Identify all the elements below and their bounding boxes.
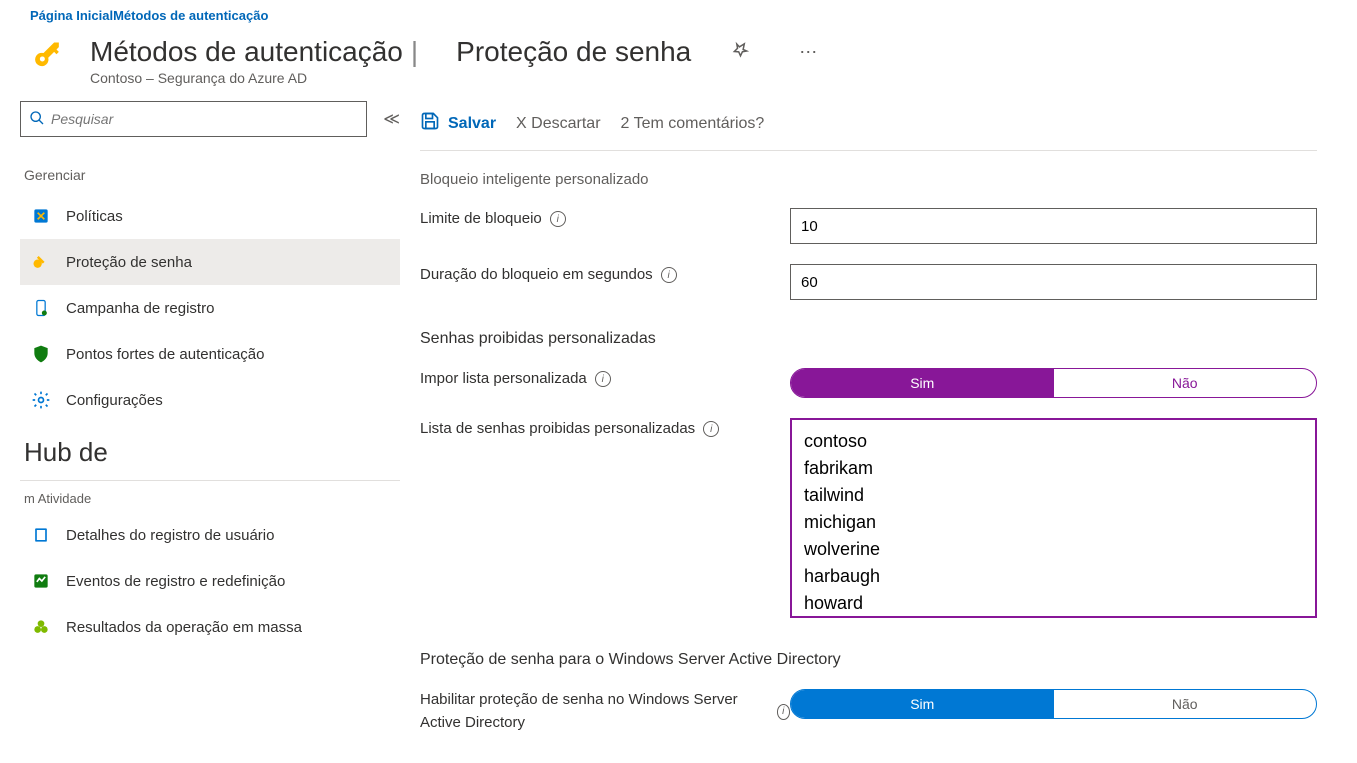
search-box[interactable] [20, 101, 367, 137]
nav-hub-sub: m Atividade [20, 480, 400, 512]
section-banned: Senhas proibidas personalizadas [420, 310, 1317, 358]
book-icon [30, 524, 52, 546]
toggle-no[interactable]: Não [1054, 369, 1317, 397]
main-content: Salvar X Descartar 2 Tem comentários? Bl… [400, 101, 1337, 744]
banned-list-label: Lista de senhas proibidas personalizadas… [420, 418, 790, 441]
enable-winserver-toggle[interactable]: Sim Não [790, 689, 1317, 719]
breadcrumb-home[interactable]: Página Inicial [30, 8, 113, 23]
save-button[interactable]: Salvar [420, 111, 496, 136]
sidebar-item-registration[interactable]: Campanha de registro [20, 285, 400, 331]
page-header: Métodos de autenticação| Proteção de sen… [0, 31, 1357, 101]
info-icon[interactable]: i [777, 704, 790, 720]
discard-button[interactable]: X Descartar [516, 115, 600, 133]
sidebar-item-label: Configurações [66, 392, 163, 409]
sidebar-item-auth-strengths[interactable]: Pontos fortes de autenticação [20, 331, 400, 377]
section-lockout: Bloqueio inteligente personalizado [420, 151, 1317, 198]
lockout-threshold-input[interactable] [790, 208, 1317, 244]
key-icon [30, 36, 70, 76]
sidebar-item-user-registration[interactable]: Detalhes do registro de usuário [20, 512, 400, 558]
sidebar-item-password-protection[interactable]: Proteção de senha [20, 239, 400, 285]
gear-icon [30, 389, 52, 411]
sidebar-item-label: Detalhes do registro de usuário [66, 527, 274, 544]
toolbar: Salvar X Descartar 2 Tem comentários? [420, 101, 1317, 151]
shield-icon [30, 343, 52, 365]
activity-icon [30, 570, 52, 592]
more-icon[interactable]: ⋯ [789, 42, 827, 63]
feedback-button[interactable]: 2 Tem comentários? [621, 115, 765, 133]
info-icon[interactable]: i [595, 371, 611, 387]
page-subtitle: Contoso – Segurança do Azure AD [90, 70, 1327, 86]
sidebar-item-settings[interactable]: Configurações [20, 377, 400, 423]
sidebar-item-label: Políticas [66, 208, 123, 225]
toggle-yes[interactable]: Sim [791, 690, 1054, 718]
enable-winserver-label: Habilitar proteção de senha no Windows S… [420, 689, 790, 734]
sidebar-item-label: Campanha de registro [66, 300, 214, 317]
key-icon [30, 251, 52, 273]
lockout-duration-input[interactable] [790, 264, 1317, 300]
sidebar-item-policies[interactable]: Políticas [20, 193, 400, 239]
phone-icon [30, 297, 52, 319]
cluster-icon [30, 616, 52, 638]
save-icon [420, 111, 440, 136]
enforce-list-toggle[interactable]: Sim Não [790, 368, 1317, 398]
lockout-duration-label: Duração do bloqueio em segundos i [420, 264, 790, 287]
collapse-icon[interactable]: ≪ [383, 109, 400, 129]
breadcrumb: Página InicialMétodos de autenticação [0, 0, 1357, 31]
policies-icon [30, 205, 52, 227]
banned-list-textarea[interactable] [790, 418, 1317, 618]
search-icon [29, 110, 45, 129]
sidebar-item-bulk-results[interactable]: Resultados da operação em massa [20, 604, 400, 650]
sidebar-item-label: Resultados da operação em massa [66, 619, 302, 636]
info-icon[interactable]: i [661, 267, 677, 283]
pin-icon[interactable] [721, 41, 759, 64]
sidebar-item-label: Proteção de senha [66, 254, 192, 271]
sidebar-item-label: Pontos fortes de autenticação [66, 346, 264, 363]
nav-group-manage: Gerenciar [20, 157, 400, 193]
sidebar: ≪ Gerenciar Políticas Proteção de senha … [20, 101, 400, 744]
info-icon[interactable]: i [550, 211, 566, 227]
lockout-threshold-label: Limite de bloqueio i [420, 208, 790, 231]
toggle-no[interactable]: Não [1054, 690, 1317, 718]
page-title: Métodos de autenticação| Proteção de sen… [90, 36, 1327, 68]
search-input[interactable] [45, 111, 358, 127]
toggle-yes[interactable]: Sim [791, 369, 1054, 397]
enforce-list-label: Impor lista personalizada i [420, 368, 790, 391]
sidebar-item-events[interactable]: Eventos de registro e redefinição [20, 558, 400, 604]
info-icon[interactable]: i [703, 421, 719, 437]
breadcrumb-current[interactable]: Métodos de autenticação [113, 8, 268, 23]
nav-hub-title: Hub de [20, 423, 400, 476]
sidebar-item-label: Eventos de registro e redefinição [66, 573, 285, 590]
section-winserver: Proteção de senha para o Windows Server … [420, 631, 1317, 679]
